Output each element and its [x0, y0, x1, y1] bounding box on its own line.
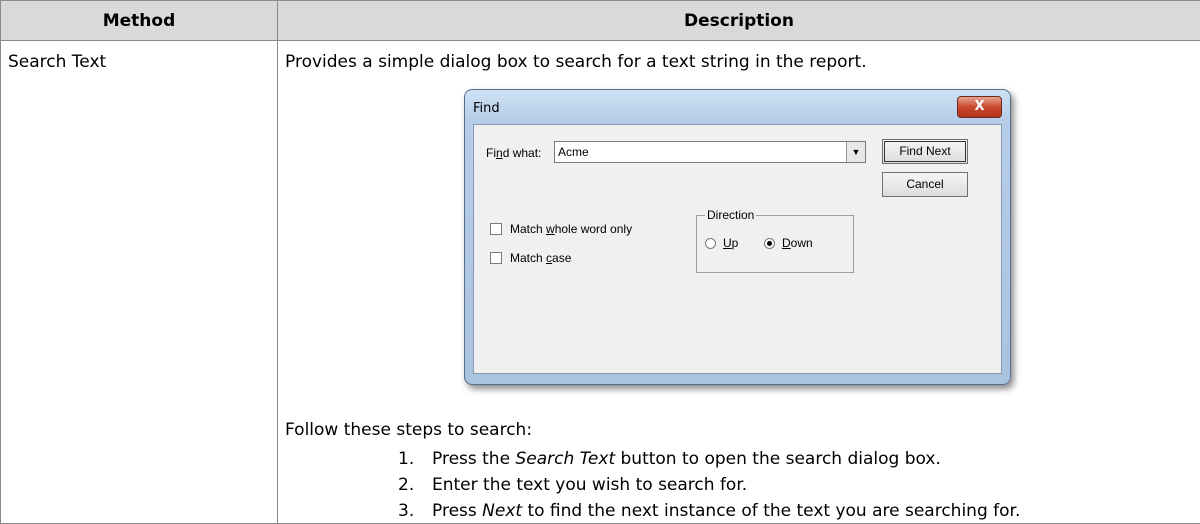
- table-header-row: Method Description: [0, 0, 1200, 41]
- direction-up-radio[interactable]: [705, 238, 716, 249]
- find-next-button[interactable]: Find Next: [882, 139, 968, 164]
- direction-down-radio[interactable]: [764, 238, 775, 249]
- header-method: Method: [0, 0, 278, 41]
- header-description: Description: [277, 0, 1200, 41]
- match-case-label: Match case: [510, 251, 572, 265]
- find-what-value: Acme: [558, 145, 589, 159]
- close-icon: X: [974, 99, 985, 114]
- dropdown-arrow-icon[interactable]: ▼: [846, 142, 865, 162]
- find-what-input[interactable]: Acme ▼: [554, 141, 866, 163]
- list-item: 3. Press Next to find the next instance o…: [398, 501, 1021, 521]
- list-item: 2. Enter the text you wish to search for.: [398, 475, 748, 495]
- direction-up-label: Up: [723, 236, 739, 250]
- follow-steps-text: Follow these steps to search:: [285, 420, 533, 440]
- dialog-body: Find what: Acme ▼ Find Next Cancel Match…: [473, 124, 1002, 374]
- match-case-checkbox[interactable]: [490, 252, 502, 264]
- description-cell: Provides a simple dialog box to search f…: [277, 40, 1200, 524]
- close-button[interactable]: X: [957, 96, 1002, 118]
- find-dialog-screenshot: Find X Find what: Acme ▼ Find Next Cance…: [464, 89, 1011, 385]
- method-cell: Search Text: [0, 40, 278, 524]
- steps-list: 1. Press the Search Text button to open t…: [398, 446, 1178, 524]
- direction-down-label: Down: [782, 236, 813, 250]
- methods-table: Method Description Search Text Provides …: [0, 0, 1200, 524]
- direction-group: Direction Up Down: [696, 208, 854, 273]
- table-row: Search Text Provides a simple dialog box…: [0, 40, 1200, 524]
- find-what-label: Find what:: [486, 146, 542, 160]
- cancel-button[interactable]: Cancel: [882, 172, 968, 197]
- list-item: 1. Press the Search Text button to open t…: [398, 449, 941, 469]
- direction-legend: Direction: [705, 208, 757, 222]
- description-intro: Provides a simple dialog box to search f…: [285, 52, 867, 72]
- match-whole-word-label: Match whole word only: [510, 222, 633, 236]
- match-whole-word-checkbox[interactable]: [490, 223, 502, 235]
- dialog-title: Find: [473, 101, 500, 116]
